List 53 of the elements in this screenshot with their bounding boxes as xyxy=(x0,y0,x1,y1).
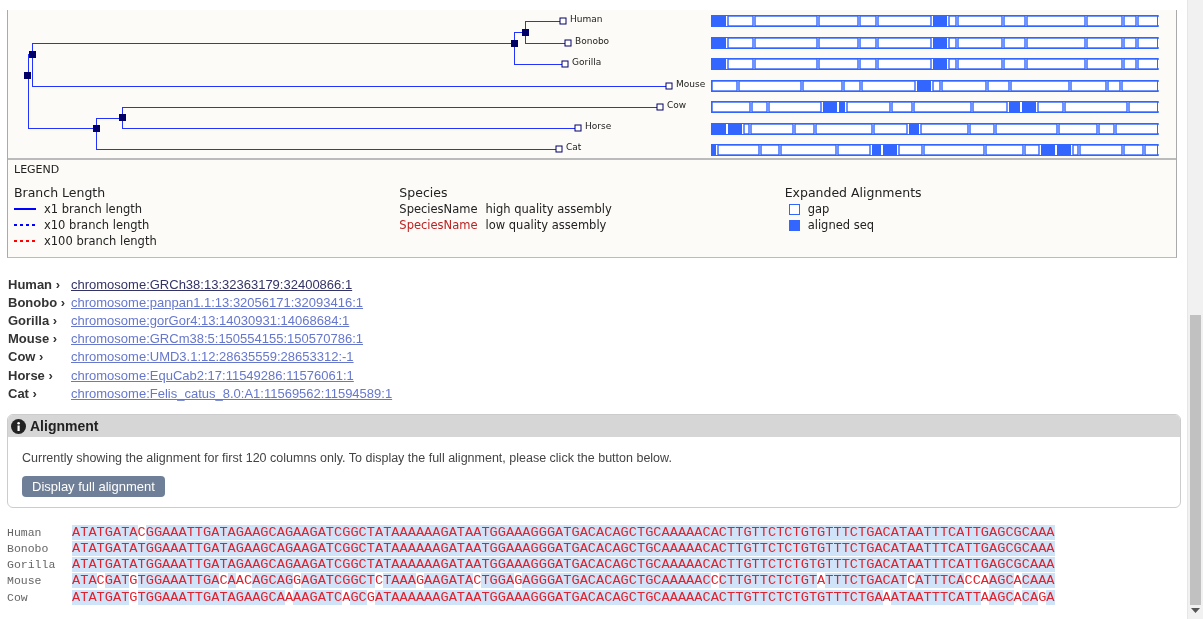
panel-title: Alignment xyxy=(30,418,99,435)
species-name-sample: SpeciesName xyxy=(399,218,478,232)
species-label: Bonobo xyxy=(575,36,610,46)
sequence-name: Bonobo xyxy=(7,542,50,556)
sequence-text: ATACGATGTGGAAATTGACAACAGCAGGAGATCGGCTCTAAAGAAGATACTGGAGAGGGATGACACAGCTGCAAAAACCCTTGTTCTCTGTATTTCTGACATCATTTCACCAAGCACAAA xyxy=(72,573,1055,589)
legend-heading: Species xyxy=(399,185,449,200)
legend-label: x100 branch length xyxy=(44,234,157,248)
location-link[interactable]: chromosome:Felis_catus_8.0:A1:11569562:11594589:1 xyxy=(71,385,393,401)
legend-label: gap xyxy=(807,202,830,216)
species-label: Cat xyxy=(566,142,582,152)
sequence-text: ATATGATATGGAAATTGATAGAAGCAGAAGATCGGCTATAAAAAAGATAATGGAAAGGGATGACACAGCTGCAAAAACACTTGTTCTCTGTGTTTCTGACATAATTTCATTGAGCGCAAA xyxy=(72,557,1055,573)
legend-label: aligned seq xyxy=(807,218,875,232)
scrollbar-thumb[interactable] xyxy=(1190,315,1201,605)
species-label: Bonobo › xyxy=(8,294,67,310)
location-link[interactable]: chromosome:panpan1.1:13:32056171:32093416:1 xyxy=(71,294,364,310)
legend-label: x10 branch length xyxy=(44,218,150,232)
legend-label: x1 branch length xyxy=(44,202,143,216)
legend-label: low quality assembly xyxy=(485,218,607,232)
species-label: Cat › xyxy=(8,385,38,401)
location-link[interactable]: chromosome:gorGor4:13:14030931:14068684:1 xyxy=(71,312,350,328)
down-arrow-icon[interactable] xyxy=(1191,608,1200,613)
display-full-alignment-button[interactable]: Display full alignment xyxy=(22,476,165,498)
species-label: Gorilla › xyxy=(8,312,59,328)
sequence-text: ATATGATATGGAAATTGATAGAAGCAGAAGATCGGCTATAAAAAAGATAATGGAAAGGGATGACACAGCTGCAAAAACACTTGTTCTCTGTGTTTCTGACATAATTTCATTGAGCGCAAA xyxy=(72,541,1055,557)
location-link[interactable]: chromosome:GRCm38:5:150554155:150570786:1 xyxy=(71,331,363,347)
empty-square-icon xyxy=(788,203,800,215)
species-label: Horse xyxy=(585,121,612,131)
species-label: Cow xyxy=(667,100,687,110)
sequence-name: Gorilla xyxy=(7,558,57,572)
legend-heading: Branch Length xyxy=(14,185,107,200)
species-name-sample: SpeciesName xyxy=(399,202,478,216)
species-label: Gorilla xyxy=(572,57,602,67)
location-link[interactable]: chromosome:UMD3.1:12:28635559:28653312:-1 xyxy=(71,349,354,365)
location-link[interactable]: chromosome:EquCab2:17:11549286:11576061:1 xyxy=(71,367,354,383)
species-label: Mouse xyxy=(676,79,706,89)
species-label: Human › xyxy=(8,276,61,292)
legend-title: LEGEND xyxy=(14,163,61,176)
sequence-name: Cow xyxy=(7,590,29,604)
scrollbar[interactable] xyxy=(1187,0,1203,619)
sequence-text: ATATGATGTGGAAATTGATAGAAGCAAAAGATCAGCGATAAAAAAGATAATGGAAAGGGATGACACAGCTGCAAAAACACTTGTTCTCTGTGTTTCTGAAATAATTTCATTAAGCACAGA xyxy=(72,589,1055,605)
location-link[interactable]: chromosome:GRCh38:13:32363179:32400866:1 xyxy=(71,276,353,292)
legend-heading: Expanded Alignments xyxy=(784,185,923,200)
sequence-name: Mouse xyxy=(7,574,43,588)
legend-label: high quality assembly xyxy=(485,202,612,216)
species-label: Mouse › xyxy=(8,331,59,347)
species-label: Horse › xyxy=(8,367,54,383)
species-label: Human xyxy=(570,14,603,24)
sequence-text: ATATGATACGGAAATTGATAGAAGCAGAAGATCGGCTATAAAAAAGATAATGGAAAGGGATGACACAGCTGCAAAAACACTTGTTCTCTGTGTTTCTGACATAATTTCATTGAGCGCAAA xyxy=(72,524,1055,540)
info-icon xyxy=(11,418,26,434)
sequence-name: Human xyxy=(7,525,43,539)
alignment-message: Currently showing the alignment for first 120 columns only. To display the full alignment, please click the button below. xyxy=(22,451,673,466)
species-label: Cow › xyxy=(8,349,45,365)
filled-square-icon xyxy=(788,219,800,231)
